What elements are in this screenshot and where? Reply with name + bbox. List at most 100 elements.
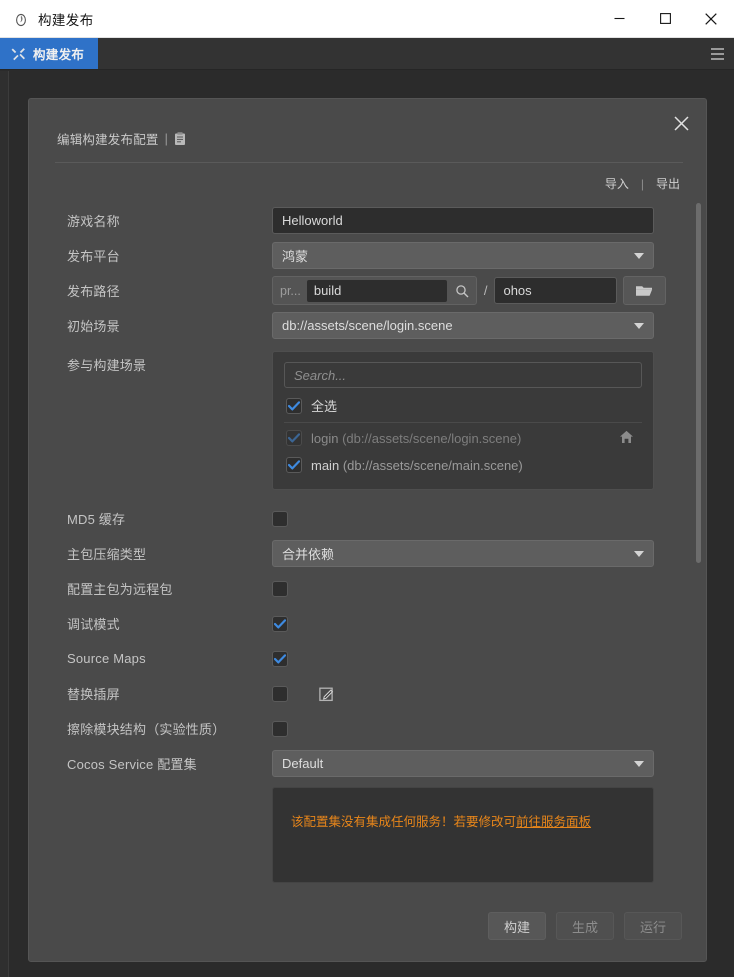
- field-build-path: pr... /: [272, 276, 708, 305]
- service-warning-text: 该配置集没有集成任何服务！若要修改可: [291, 815, 517, 829]
- scene-item-text-login: login (db://assets/scene/login.scene): [311, 431, 521, 446]
- debug-mode-checkbox[interactable]: [272, 615, 288, 632]
- search-icon[interactable]: [453, 282, 471, 300]
- panel-title-separator: |: [164, 131, 168, 146]
- row-build-scenes: 参与构建场景 全选: [29, 343, 708, 490]
- form-scrollbar-track[interactable]: [696, 203, 702, 893]
- chevron-down-icon: [634, 760, 644, 767]
- field-erase-module: [272, 720, 708, 737]
- scene-path-main: (db://assets/scene/main.scene): [342, 457, 523, 473]
- main-bundle-remote-checkbox[interactable]: [272, 580, 288, 597]
- scene-list-item-main[interactable]: main (db://assets/scene/main.scene): [284, 450, 642, 477]
- clipboard-icon[interactable]: [174, 131, 187, 146]
- platform-select[interactable]: 鸿蒙: [272, 242, 654, 269]
- hamburger-line: [710, 57, 724, 60]
- build-path-group: pr...: [272, 276, 477, 305]
- scene-checkbox-main[interactable]: [286, 457, 302, 473]
- row-source-maps: Source Maps: [29, 641, 708, 676]
- tab-strip-spacer: [98, 38, 700, 69]
- label-game-name: 游戏名称: [67, 214, 120, 229]
- import-link[interactable]: 导入: [605, 175, 629, 192]
- field-main-bundle-remote: [272, 580, 708, 597]
- generate-button[interactable]: 生成: [556, 912, 614, 940]
- dialog-footer: 构建 生成 运行: [29, 891, 708, 961]
- label-start-scene: 初始场景: [67, 319, 120, 334]
- os-title-bar: 构建发布: [0, 0, 734, 38]
- chevron-down-icon: [634, 252, 644, 259]
- home-icon[interactable]: [619, 429, 634, 444]
- scene-select-all-label: 全选: [311, 399, 338, 414]
- maximize-button[interactable]: [642, 0, 688, 38]
- form-scroll-area: 游戏名称 发布平台 鸿蒙 发布路径: [29, 203, 708, 893]
- scene-list-box: 全选 login (db://assets/scene/login.scene): [272, 351, 654, 490]
- bundle-compression-value: 合并依赖: [282, 547, 335, 562]
- start-scene-select[interactable]: db://assets/scene/login.scene: [272, 312, 654, 339]
- erase-module-checkbox[interactable]: [272, 720, 288, 737]
- cocos-service-value: Default: [282, 756, 324, 771]
- service-panel-link[interactable]: 前往服务面板: [516, 815, 591, 829]
- scene-select-all-checkbox[interactable]: [286, 397, 302, 414]
- label-cocos-service: Cocos Service 配置集: [67, 757, 197, 772]
- row-bundle-compression: 主包压缩类型 合并依赖: [29, 536, 708, 571]
- window-title: 构建发布: [38, 12, 94, 28]
- row-debug-mode: 调试模式: [29, 606, 708, 641]
- export-link[interactable]: 导出: [656, 175, 680, 192]
- label-bundle-compression: 主包压缩类型: [67, 547, 147, 562]
- build-config-panel: 编辑构建发布配置 | 导入 | 导出 游戏名称 Helloworld 发布平台 …: [28, 98, 707, 962]
- left-rail: [0, 71, 9, 977]
- tab-build-publish[interactable]: 构建发布: [0, 38, 99, 69]
- row-main-bundle-remote: 配置主包为远程包: [29, 571, 708, 606]
- panel-divider: [55, 162, 683, 163]
- field-md5-cache: [272, 510, 708, 527]
- label-build-path: 发布路径: [67, 284, 120, 299]
- bundle-compression-select[interactable]: 合并依赖: [272, 540, 654, 567]
- scene-path-login: (db://assets/scene/login.scene): [342, 430, 522, 446]
- import-export-row: 导入 | 导出: [605, 175, 680, 192]
- build-path-row: pr... /: [272, 276, 708, 305]
- panel-close-button[interactable]: [668, 110, 694, 136]
- row-replace-splash: 替换插屏: [29, 676, 708, 711]
- label-source-maps: Source Maps: [67, 651, 146, 666]
- minimize-button[interactable]: [596, 0, 642, 38]
- field-service-warning: 该配置集没有集成任何服务！若要修改可前往服务面板: [272, 787, 708, 883]
- hamburger-icon[interactable]: [700, 38, 734, 69]
- io-separator: |: [640, 176, 644, 191]
- edit-square-icon[interactable]: [318, 685, 335, 702]
- close-button[interactable]: [688, 0, 734, 38]
- label-build-scenes: 参与构建场景: [67, 358, 147, 373]
- row-game-name: 游戏名称: [29, 203, 708, 238]
- scene-list-item-login[interactable]: login (db://assets/scene/login.scene): [284, 423, 642, 450]
- start-scene-value: db://assets/scene/login.scene: [282, 318, 453, 333]
- game-name-input[interactable]: [272, 207, 654, 234]
- label-replace-splash: 替换插屏: [67, 687, 120, 702]
- source-maps-checkbox[interactable]: [272, 650, 288, 667]
- panel-title: 编辑构建发布配置: [57, 133, 159, 147]
- label-debug-mode: 调试模式: [67, 617, 120, 632]
- build-folder-input[interactable]: [306, 279, 447, 302]
- scene-name-login: login: [311, 430, 339, 446]
- row-cocos-service: Cocos Service 配置集 Default: [29, 746, 708, 781]
- browse-folder-button[interactable]: [623, 276, 667, 305]
- path-prefix: pr...: [280, 283, 301, 298]
- row-erase-module: 擦除模块结构（实验性质）: [29, 711, 708, 746]
- content-area: 编辑构建发布配置 | 导入 | 导出 游戏名称 Helloworld 发布平台 …: [0, 71, 734, 977]
- row-start-scene: 初始场景 db://assets/scene/login.scene: [29, 308, 708, 343]
- field-cocos-service: Default: [272, 750, 708, 777]
- tools-icon: [11, 48, 25, 61]
- scene-select-all-row[interactable]: 全选: [284, 388, 642, 423]
- cocos-service-select[interactable]: Default: [272, 750, 654, 777]
- field-debug-mode: [272, 615, 708, 632]
- build-button[interactable]: 构建: [488, 912, 546, 940]
- tab-label: 构建发布: [33, 48, 85, 62]
- row-build-path: 发布路径 pr... build / ohos: [29, 273, 708, 308]
- hamburger-line: [710, 52, 724, 55]
- form-scrollbar-thumb[interactable]: [696, 203, 701, 563]
- scene-name-main: main: [311, 457, 340, 473]
- scene-checkbox-login[interactable]: [286, 430, 302, 446]
- md5-cache-checkbox[interactable]: [272, 510, 288, 527]
- build-subfolder-input[interactable]: [494, 277, 618, 304]
- scene-search-input[interactable]: [284, 362, 642, 388]
- replace-splash-checkbox[interactable]: [272, 685, 288, 702]
- row-platform: 发布平台 鸿蒙: [29, 238, 708, 273]
- run-button[interactable]: 运行: [624, 912, 682, 940]
